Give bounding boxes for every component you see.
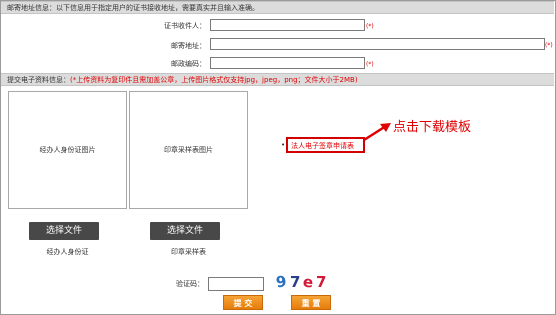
callout-arrow-icon [363,123,391,142]
download-template-link[interactable]: 法人电子签章申请表 [291,141,354,151]
upload-section-note: (*上传资料为复印件且需加盖公章，上传图片格式仅支持jpg，jpeg，png；文… [70,76,358,84]
captcha-char-4: 7 [316,273,326,290]
seal-form-caption: 印章采样表 [171,248,206,256]
address-input[interactable] [210,38,545,50]
seal-form-choose-file-button[interactable]: 选择文件 [150,222,220,240]
reset-button[interactable]: 重 置 [291,295,331,310]
download-callout-text: 点击下载模板 [393,120,472,135]
submit-button[interactable]: 提 交 [223,295,263,310]
captcha-char-2: 7 [290,273,300,290]
address-label: 邮寄地址： [171,42,206,50]
id-card-caption: 经办人身份证 [46,248,89,256]
captcha-input[interactable] [208,277,264,291]
mailing-section-header: 邮寄地址信息：以下信息用于指定用户的证书接收地址，需要真实并且输入准确。 [1,1,554,14]
download-bullet: • [281,141,286,149]
postcode-required-mark: (*) [366,61,374,68]
recipient-label: 证书收件人： [164,22,206,30]
recipient-required-mark: (*) [366,23,374,30]
id-card-image-placeholder: 经办人身份证图片 [39,146,96,154]
postcode-label: 邮政编码： [171,60,206,68]
mailing-section-title: 邮寄地址信息：以下信息用于指定用户的证书接收地址，需要真实并且输入准确。 [7,4,259,12]
upload-section-header: 提交电子资料信息：(*上传资料为复印件且需加盖公章，上传图片格式仅支持jpg，j… [1,73,554,86]
seal-form-image-box[interactable]: 印章采样表图片 [129,91,248,209]
captcha-char-3: e [302,273,314,290]
id-card-choose-file-button[interactable]: 选择文件 [29,222,99,240]
captcha-image[interactable]: 9 7 e 7 [270,272,330,290]
postcode-input[interactable] [210,57,365,69]
id-card-image-box[interactable]: 经办人身份证图片 [8,91,127,209]
address-required-mark: (*) [545,42,553,49]
seal-form-image-placeholder: 印章采样表图片 [164,146,213,154]
recipient-input[interactable] [210,19,365,31]
captcha-label: 验证码： [176,280,204,288]
upload-section-title: 提交电子资料信息： [7,76,70,84]
captcha-char-1: 9 [275,272,288,290]
